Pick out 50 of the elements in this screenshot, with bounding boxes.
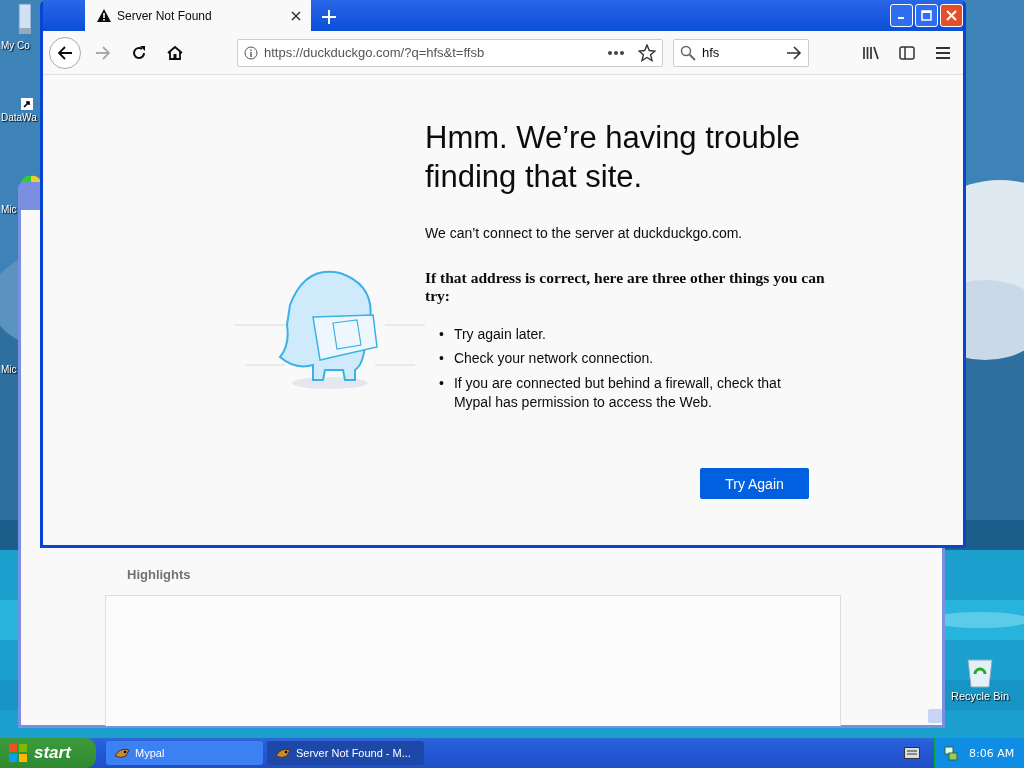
suggestion-item: Check your network connection. — [453, 349, 654, 369]
bullet: • — [439, 349, 444, 369]
shortcut-icon[interactable] — [21, 98, 33, 110]
maximize-icon — [921, 10, 932, 21]
section-title: Highlights — [127, 567, 191, 582]
sidebar-icon[interactable] — [899, 45, 915, 60]
close-icon[interactable] — [291, 10, 301, 21]
address-field[interactable]: https://duckduckgo.com/?q=hfs&t=ffsb — [237, 38, 663, 67]
back-button[interactable] — [49, 36, 81, 69]
search-field[interactable]: hfs — [673, 38, 809, 67]
app-icon — [114, 746, 130, 760]
arrow-icon[interactable] — [786, 45, 802, 60]
warning-icon — [97, 9, 111, 22]
star-icon[interactable] — [638, 43, 656, 62]
back-arrow-icon — [57, 44, 73, 61]
more-icon[interactable] — [608, 50, 624, 55]
icon-label[interactable]: DataWa — [1, 112, 37, 123]
icon-label[interactable]: Mic — [1, 364, 17, 375]
search-icon — [680, 44, 696, 61]
icon-label[interactable]: Mic — [1, 204, 17, 215]
taskbar-button[interactable]: Mypal — [106, 741, 263, 765]
icon-label[interactable]: My Co — [1, 40, 30, 51]
error-message: We can’t connect to the server at duckduckgo.com. — [425, 224, 744, 241]
suggestion-item: Try again later. — [453, 324, 546, 344]
menu-icon[interactable] — [935, 45, 951, 60]
suggestion-item: If you are connected but behind a firewall, check that Mypal has permission to access the Web. — [453, 374, 782, 413]
info-icon[interactable] — [244, 45, 258, 60]
library-icon[interactable] — [862, 45, 880, 60]
recycle-bin-icon[interactable] — [965, 656, 995, 688]
error-title: Hmm. We’re having trouble finding that site. — [425, 119, 801, 196]
bullet: • — [439, 324, 444, 344]
windows-logo-icon — [8, 743, 28, 763]
start-button[interactable]: start — [0, 738, 96, 768]
app-icon — [275, 746, 291, 760]
keyboard-icon[interactable] — [904, 747, 920, 759]
bullet: • — [439, 374, 444, 394]
home-icon[interactable] — [167, 44, 183, 61]
try-again-button[interactable]: Try Again — [700, 468, 809, 500]
icon-label[interactable]: Recycle Bin — [950, 690, 1010, 702]
new-tab-icon[interactable] — [322, 10, 336, 24]
reload-icon[interactable] — [131, 44, 147, 61]
minimize-button[interactable] — [890, 4, 913, 27]
suggestions-heading: If that address is correct, here are three other things you can try: — [425, 268, 826, 305]
close-button[interactable] — [940, 4, 963, 27]
taskbar-button[interactable]: Server Not Found - M... — [267, 741, 424, 765]
maximize-button[interactable] — [915, 4, 938, 27]
network-icon[interactable] — [943, 745, 959, 761]
clock: 8:06 AM — [969, 746, 1015, 760]
browser-tab[interactable]: Server Not Found — [85, 0, 311, 31]
close-icon — [946, 10, 957, 21]
